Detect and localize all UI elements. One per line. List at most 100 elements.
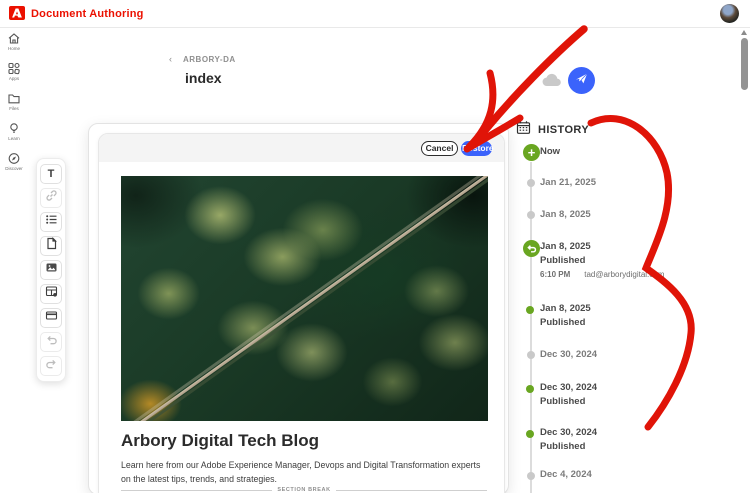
history-marker-restore[interactable] bbox=[523, 240, 540, 257]
document-authoring-app: Document Authoring Home Apps Files Learn… bbox=[0, 0, 750, 493]
history-entry-date: Dec 4, 2024 bbox=[540, 469, 592, 480]
scrollbar-thumb[interactable] bbox=[741, 38, 748, 90]
breadcrumb[interactable]: ARBORY-DA bbox=[183, 55, 236, 64]
text-tool-icon: T bbox=[47, 168, 55, 180]
image-tool-button[interactable] bbox=[40, 260, 62, 280]
history-panel: HISTORY + Now Jan 21, 2025 Jan 8, 2025 J… bbox=[512, 110, 742, 493]
undo-button[interactable] bbox=[40, 332, 62, 352]
history-entry[interactable]: Dec 30, 2024 Published bbox=[540, 382, 597, 407]
history-marker-dot[interactable] bbox=[527, 211, 535, 219]
history-marker-dot[interactable] bbox=[526, 306, 534, 314]
document-preview-card: Cancel Restore Arbory Digital Tech Blog … bbox=[98, 133, 505, 493]
history-entry-date: Jan 21, 2025 bbox=[540, 177, 596, 188]
sidebar-item-apps[interactable]: Apps bbox=[0, 62, 28, 88]
publish-send-button[interactable] bbox=[568, 67, 595, 94]
history-marker-dot[interactable] bbox=[526, 430, 534, 438]
undo-icon bbox=[45, 333, 58, 351]
dot-gray-icon bbox=[527, 351, 535, 359]
page-icon bbox=[45, 237, 58, 255]
history-entry[interactable]: Jan 21, 2025 bbox=[540, 177, 596, 188]
dot-green-icon bbox=[526, 306, 534, 314]
section-tool-button[interactable] bbox=[40, 308, 62, 328]
sync-cloud-icon bbox=[540, 72, 564, 93]
cancel-button[interactable]: Cancel bbox=[421, 141, 458, 156]
breadcrumb-back-chevron[interactable]: ‹ bbox=[169, 54, 172, 64]
history-entry[interactable]: Dec 4, 2024 bbox=[540, 469, 592, 480]
section-break-label: SECTION BREAK bbox=[277, 487, 331, 493]
app-title: Document Authoring bbox=[31, 8, 144, 20]
redo-button[interactable] bbox=[40, 356, 62, 376]
history-entry-date: Jan 8, 2025 bbox=[540, 209, 591, 220]
history-title: HISTORY bbox=[538, 124, 590, 136]
history-marker-dot[interactable] bbox=[527, 472, 535, 480]
scrollbar-up-arrow[interactable] bbox=[741, 30, 747, 35]
page-tool-button[interactable] bbox=[40, 236, 62, 256]
divider-line bbox=[335, 489, 487, 491]
top-bar: Document Authoring bbox=[0, 0, 750, 28]
document-heading: Arbory Digital Tech Blog bbox=[121, 431, 320, 450]
history-entry-now[interactable]: Now bbox=[540, 146, 560, 157]
history-header: HISTORY bbox=[516, 120, 589, 140]
redo-icon bbox=[45, 357, 58, 375]
dot-green-icon bbox=[526, 430, 534, 438]
history-entry[interactable]: Jan 8, 2025 Published bbox=[540, 303, 591, 328]
link-icon bbox=[45, 189, 58, 207]
history-entry-selected[interactable]: Jan 8, 2025 Published 6:10 PM tad@arboryd… bbox=[540, 241, 664, 279]
restore-arrow-icon bbox=[523, 240, 540, 257]
history-entry-date: Dec 30, 2024 bbox=[540, 382, 598, 393]
restore-action-bar: Cancel Restore bbox=[99, 134, 504, 162]
history-entry-label: Now bbox=[540, 146, 561, 157]
forest-road bbox=[123, 176, 488, 421]
history-entry-meta: 6:10 PM tad@arborydigital.com bbox=[540, 270, 664, 279]
history-entry-status: Published bbox=[540, 396, 586, 407]
history-entry[interactable]: Dec 30, 2024 Published bbox=[540, 427, 597, 452]
dot-gray-icon bbox=[527, 472, 535, 480]
calendar-icon bbox=[516, 120, 531, 140]
sidebar-item-label: Files bbox=[9, 106, 19, 111]
plus-circle-icon: + bbox=[523, 144, 540, 161]
history-marker-dot[interactable] bbox=[527, 179, 535, 187]
history-marker-dot[interactable] bbox=[526, 385, 534, 393]
section-break-divider: SECTION BREAK bbox=[121, 487, 487, 493]
history-entry-date: Jan 8, 2025 bbox=[540, 303, 591, 314]
sidebar-item-discover[interactable]: Discover bbox=[0, 152, 28, 178]
history-entry-time: 6:10 PM bbox=[540, 270, 571, 279]
table-tool-button[interactable] bbox=[40, 284, 62, 304]
table-settings-icon bbox=[45, 285, 58, 303]
link-tool-button[interactable] bbox=[40, 188, 62, 208]
learn-icon bbox=[7, 122, 21, 135]
divider-line bbox=[121, 489, 273, 491]
left-nav-rail: Home Apps Files Learn Discover bbox=[0, 28, 28, 493]
history-entry-date: Dec 30, 2024 bbox=[540, 427, 598, 438]
user-avatar[interactable] bbox=[720, 4, 739, 23]
discover-icon bbox=[7, 152, 21, 165]
restore-button[interactable]: Restore bbox=[461, 141, 494, 156]
document-intro-paragraph: Learn here from our Adobe Experience Man… bbox=[121, 460, 481, 485]
history-marker-now[interactable]: + bbox=[523, 144, 540, 161]
history-entry-date: Jan 8, 2025 bbox=[540, 241, 591, 252]
sidebar-item-label: Discover bbox=[5, 166, 23, 171]
sidebar-item-label: Learn bbox=[8, 136, 20, 141]
paper-plane-icon bbox=[574, 71, 589, 91]
dot-gray-icon bbox=[527, 211, 535, 219]
home-icon bbox=[7, 32, 21, 45]
hero-image-forest bbox=[121, 176, 488, 421]
history-entry-user: tad@arborydigital.com bbox=[584, 270, 665, 279]
dot-green-icon bbox=[526, 385, 534, 393]
sidebar-item-files[interactable]: Files bbox=[0, 92, 28, 118]
text-tool-button[interactable]: T bbox=[40, 164, 62, 184]
history-entry-status: Published bbox=[540, 317, 586, 328]
history-entry[interactable]: Jan 8, 2025 bbox=[540, 209, 591, 220]
list-tool-button[interactable] bbox=[40, 212, 62, 232]
bullet-list-icon bbox=[45, 213, 58, 231]
sidebar-item-learn[interactable]: Learn bbox=[0, 122, 28, 148]
page-title: index bbox=[185, 70, 222, 86]
section-block-icon bbox=[45, 309, 58, 327]
history-entry[interactable]: Dec 30, 2024 bbox=[540, 349, 597, 360]
sidebar-item-home[interactable]: Home bbox=[0, 32, 28, 58]
apps-icon bbox=[7, 62, 21, 75]
files-icon bbox=[7, 92, 21, 105]
history-marker-dot[interactable] bbox=[527, 351, 535, 359]
history-entry-date: Dec 30, 2024 bbox=[540, 349, 598, 360]
history-entry-status: Published bbox=[540, 441, 586, 452]
